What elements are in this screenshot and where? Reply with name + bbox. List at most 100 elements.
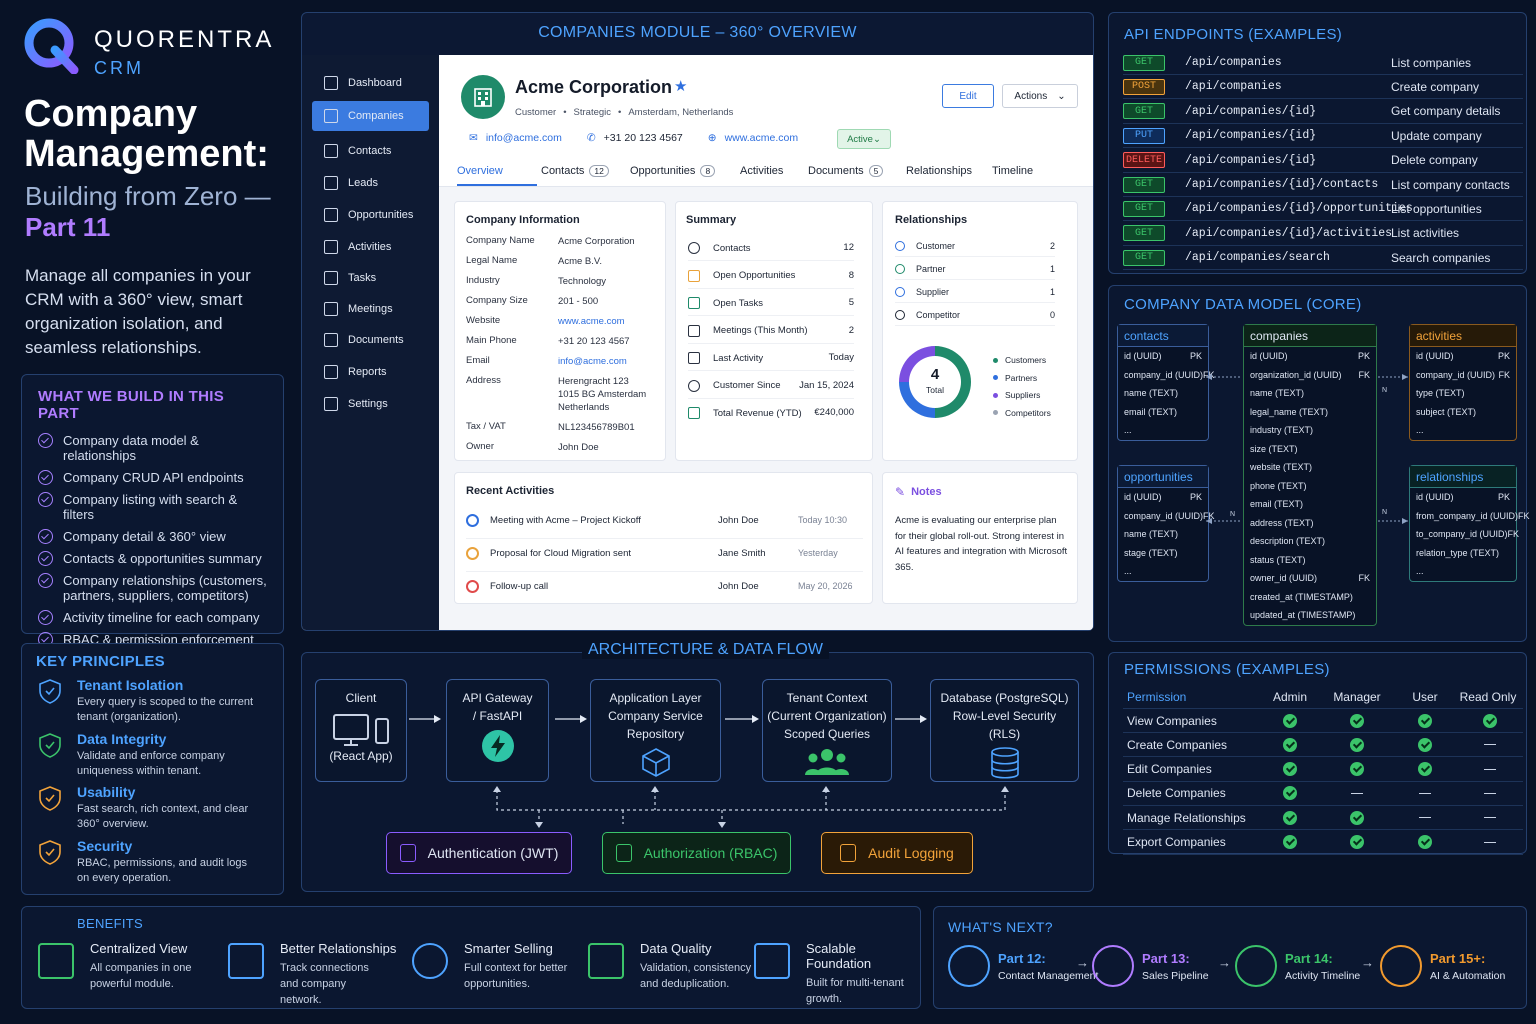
- sidebar-item-reports[interactable]: Reports: [312, 357, 429, 387]
- company-phone[interactable]: +31 20 123 4567: [604, 132, 683, 144]
- next-part-15[interactable]: Part 15+: AI & Automation: [1380, 945, 1505, 987]
- contacts-icon: [324, 144, 338, 158]
- permission-row: Create Companies: [1123, 733, 1523, 758]
- check-circle-icon: [38, 610, 53, 625]
- summary-row: Total Revenue (YTD) €240,000: [688, 407, 854, 419]
- benefit-desc: All companies in one powerful module.: [90, 962, 192, 990]
- company-email[interactable]: info@acme.com: [486, 132, 562, 144]
- sidebar-item-documents[interactable]: Documents: [312, 325, 429, 355]
- tab-activities[interactable]: Activities: [740, 165, 783, 177]
- module-title: COMPANIES MODULE – 360° OVERVIEW: [538, 24, 857, 41]
- shield-check-icon: [588, 943, 624, 979]
- sidebar: Dashboard Companies Contacts Leads Opportuni…: [302, 55, 439, 630]
- api-description: Create company: [1391, 79, 1480, 94]
- tab-overview[interactable]: Overview: [457, 165, 503, 177]
- info-value: Acme B.V.: [558, 256, 603, 267]
- edit-button[interactable]: Edit: [942, 84, 994, 108]
- info-value: 201 - 500: [558, 296, 599, 307]
- relationship-label: Partner: [916, 264, 946, 274]
- sidebar-item-meetings[interactable]: Meetings: [312, 294, 429, 324]
- activity-title: Proposal for Cloud Migration sent: [490, 548, 631, 559]
- benefit-desc: Track connections and company network.: [280, 962, 369, 1006]
- permission-name: Create Companies: [1127, 737, 1228, 752]
- principle-title: Data Integrity: [77, 731, 167, 747]
- activity-time: Yesterday: [798, 548, 838, 558]
- principles-title: KEY PRINCIPLES: [36, 653, 165, 670]
- benefit-title: Better Relationships: [280, 941, 397, 956]
- api-endpoint-row: DELETE/api/companies/{id} Delete company: [1123, 149, 1523, 173]
- sidebar-item-settings[interactable]: Settings: [312, 389, 429, 419]
- summary-row: Open Opportunities 8: [688, 269, 854, 289]
- legend-label: Competitors: [1005, 407, 1051, 418]
- relationship-count: 0: [1049, 310, 1055, 320]
- growth-chart-icon: [754, 943, 790, 979]
- sidebar-item-leads[interactable]: Leads: [312, 168, 429, 198]
- check-icon: [1283, 810, 1297, 825]
- sidebar-item-label: Meetings: [348, 303, 393, 315]
- building-icon: [324, 109, 338, 123]
- info-label: Main Phone: [466, 335, 517, 346]
- leads-icon: [324, 176, 338, 190]
- activity-time: Today 10:30: [798, 515, 848, 525]
- summary-value: 2: [848, 324, 854, 336]
- build-item: Company data model & relationships: [38, 433, 269, 463]
- api-description: List companies: [1391, 55, 1472, 70]
- legend-item: Suppliers: [993, 390, 1040, 400]
- status-badge[interactable]: Active ⌄: [837, 129, 891, 149]
- next-part-desc: Contact Management: [998, 969, 1099, 982]
- benefit-desc: Built for multi-tenant growth.: [806, 977, 904, 1005]
- sidebar-item-tasks[interactable]: Tasks: [312, 263, 429, 293]
- info-label: Legal Name: [466, 255, 518, 266]
- sidebar-item-dashboard[interactable]: Dashboard: [312, 68, 429, 98]
- tab-label: Activities: [740, 165, 784, 177]
- activity-owner: John Doe: [718, 581, 759, 592]
- permissions-title: PERMISSIONS (EXAMPLES): [1124, 661, 1330, 678]
- info-value[interactable]: info@acme.com: [558, 355, 627, 368]
- tab-opportunities[interactable]: Opportunities 8: [630, 165, 716, 177]
- people-icon: [948, 945, 990, 987]
- api-endpoint-row: GET/api/companies/{id}/activities List ac…: [1123, 222, 1523, 246]
- summary-card: Summary Contacts 12 Open Opportunities 8 Ope…: [675, 201, 873, 461]
- crm-app-mock: Dashboard Companies Contacts Leads Opportuni…: [302, 55, 1093, 630]
- activity-row[interactable]: Follow-up call John Doe May 20, 2026: [466, 579, 863, 605]
- sidebar-item-opportunities[interactable]: Opportunities: [312, 200, 429, 230]
- summary-value: 12: [843, 242, 854, 253]
- meta-tier: Strategic: [573, 107, 612, 118]
- api-description: Delete company: [1391, 153, 1478, 168]
- check-icon: [1418, 762, 1432, 777]
- api-path: /api/companies: [1185, 80, 1282, 94]
- company-website[interactable]: www.acme.com: [725, 132, 799, 144]
- info-label: Website: [466, 315, 501, 326]
- check-icon: [1350, 810, 1364, 825]
- activity-owner: Jane Smith: [718, 548, 766, 559]
- info-label: Company Name: [466, 235, 535, 246]
- next-part-14[interactable]: Part 14: Activity Timeline →: [1235, 945, 1374, 987]
- shield-check-icon: [615, 844, 632, 862]
- info-value[interactable]: www.acme.com: [558, 315, 625, 328]
- legend-item: Partners: [993, 373, 1037, 383]
- favorite-star-icon[interactable]: ★: [674, 77, 687, 95]
- activity-row[interactable]: Proposal for Cloud Migration sent Jane Sm…: [466, 546, 863, 572]
- next-part-13[interactable]: Part 13: Sales Pipeline →: [1092, 945, 1231, 987]
- funnel-icon: [1092, 945, 1134, 987]
- sidebar-item-label: Activities: [348, 241, 392, 253]
- actions-dropdown[interactable]: Actions ⌄: [1002, 84, 1078, 108]
- sidebar-item-companies[interactable]: Companies: [312, 101, 429, 131]
- sidebar-item-label: Leads: [348, 177, 378, 189]
- http-method-badge: POST: [1123, 78, 1165, 95]
- tab-timeline[interactable]: Timeline: [992, 165, 1033, 177]
- model-connectors: [1206, 374, 1408, 524]
- tab-documents[interactable]: Documents 5: [808, 165, 884, 177]
- next-part-12[interactable]: Part 12: Contact Management →: [948, 945, 1098, 987]
- opportunities-icon: [324, 208, 338, 222]
- tab-contacts[interactable]: Contacts 12: [541, 165, 609, 177]
- api-path: /api/companies/{id}: [1185, 153, 1317, 167]
- activity-row[interactable]: Meeting with Acme – Project Kickoff John …: [466, 513, 863, 539]
- sidebar-item-contacts[interactable]: Contacts: [312, 136, 429, 166]
- build-item: Company CRUD API endpoints: [38, 470, 269, 485]
- api-panel: API ENDPOINTS (EXAMPLES) GET/api/compani…: [1108, 12, 1527, 274]
- sidebar-item-activities[interactable]: Activities: [312, 232, 429, 262]
- tasks-icon: [324, 271, 338, 285]
- tab-relationships[interactable]: Relationships: [906, 165, 972, 177]
- lock-icon: [36, 838, 64, 866]
